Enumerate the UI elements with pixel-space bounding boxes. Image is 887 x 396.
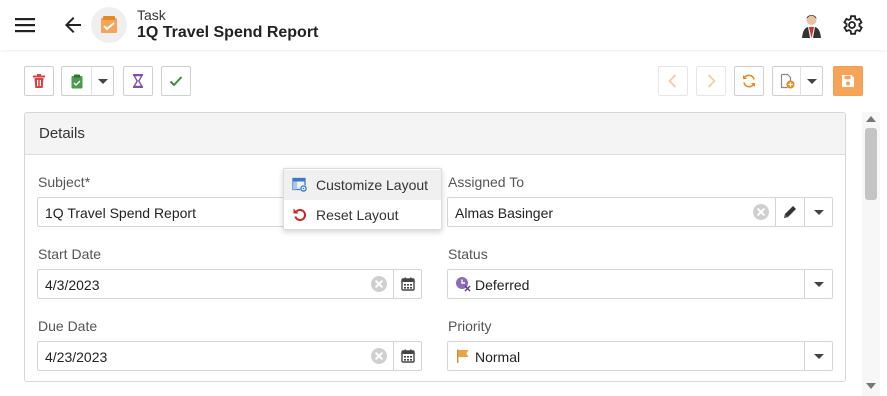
start-date-field[interactable]: 4/3/2023 (37, 269, 422, 299)
clipboard-dropdown-button[interactable] (91, 66, 114, 96)
next-button[interactable] (696, 66, 726, 96)
priority-field[interactable]: Normal (447, 341, 833, 371)
assigned-to-dropdown-button[interactable] (804, 198, 833, 226)
menu-item-reset-layout[interactable]: Reset Layout (284, 200, 441, 230)
start-date-label: Start Date (38, 246, 102, 262)
new-document-icon (780, 73, 794, 89)
layout-context-menu: Customize Layout Reset Layout (283, 168, 442, 230)
chevron-down-icon (814, 281, 824, 287)
reset-layout-icon (293, 208, 307, 221)
status-value: Deferred (475, 277, 530, 293)
clipboard-button[interactable] (61, 66, 92, 96)
scroll-up-icon[interactable] (866, 116, 876, 122)
new-document-dropdown-button[interactable] (800, 66, 823, 96)
priority-dropdown-button[interactable] (804, 342, 833, 370)
menu-item-label: Reset Layout (316, 207, 399, 223)
start-date-value: 4/3/2023 (45, 277, 100, 293)
checkmark-icon (169, 76, 183, 87)
save-icon (842, 75, 854, 87)
subject-value: 1Q Travel Spend Report (45, 205, 196, 221)
flag-icon (457, 349, 469, 363)
priority-label: Priority (448, 318, 492, 334)
breadcrumb: Task (137, 7, 166, 23)
chevron-down-icon (814, 353, 824, 359)
previous-icon (668, 74, 677, 88)
due-date-field[interactable]: 4/23/2023 (37, 341, 422, 371)
app-header: Task 1Q Travel Spend Report (0, 0, 887, 50)
menu-item-customize-layout[interactable]: Customize Layout (284, 170, 441, 200)
complete-button[interactable] (161, 66, 191, 96)
status-dropdown-button[interactable] (804, 270, 833, 298)
chevron-down-icon (806, 78, 817, 84)
hourglass-icon (132, 74, 144, 88)
refresh-button[interactable] (734, 66, 764, 96)
calendar-icon (401, 277, 415, 291)
priority-value: Normal (475, 349, 521, 365)
clear-icon[interactable] (753, 204, 769, 220)
previous-button[interactable] (658, 66, 688, 96)
due-date-label: Due Date (38, 318, 98, 334)
next-icon (707, 74, 716, 88)
delete-button[interactable] (24, 66, 54, 96)
assigned-to-value: Almas Basinger (455, 205, 554, 221)
assigned-to-field[interactable]: Almas Basinger (447, 197, 833, 227)
scroll-down-icon[interactable] (866, 383, 876, 389)
status-label: Status (448, 246, 488, 262)
clear-icon[interactable] (371, 348, 387, 364)
save-button[interactable] (833, 66, 863, 96)
scrollbar-thumb[interactable] (865, 128, 877, 200)
hourglass-button[interactable] (123, 66, 153, 96)
edit-assignee-button[interactable] (775, 198, 804, 226)
clipboard-icon (71, 74, 82, 89)
details-panel: Details Subject* 1Q Travel Spend Report … (24, 112, 846, 382)
calendar-icon (401, 349, 415, 363)
status-field[interactable]: Deferred (447, 269, 833, 299)
refresh-icon (743, 74, 755, 88)
start-date-calendar-button[interactable] (393, 270, 422, 298)
details-heading: Details (25, 113, 845, 155)
deferred-status-icon (456, 277, 471, 292)
task-icon (101, 16, 117, 33)
customize-layout-icon (292, 177, 308, 193)
gear-icon[interactable] (840, 13, 864, 37)
subject-label: Subject* (38, 174, 91, 190)
new-document-button[interactable] (772, 66, 801, 96)
avatar[interactable] (798, 11, 825, 38)
due-date-value: 4/23/2023 (45, 349, 108, 365)
due-date-calendar-button[interactable] (393, 342, 422, 370)
chevron-down-icon (814, 209, 824, 215)
assigned-to-label: Assigned To (448, 174, 525, 190)
chevron-down-icon (97, 78, 108, 84)
back-arrow-icon[interactable] (61, 13, 85, 37)
page-title: 1Q Travel Spend Report (137, 24, 319, 41)
pencil-icon (784, 206, 796, 218)
delete-icon (33, 74, 45, 88)
task-icon-wrap (91, 7, 127, 43)
menu-item-label: Customize Layout (316, 177, 429, 193)
clear-icon[interactable] (371, 276, 387, 292)
menu-icon[interactable] (15, 15, 37, 35)
